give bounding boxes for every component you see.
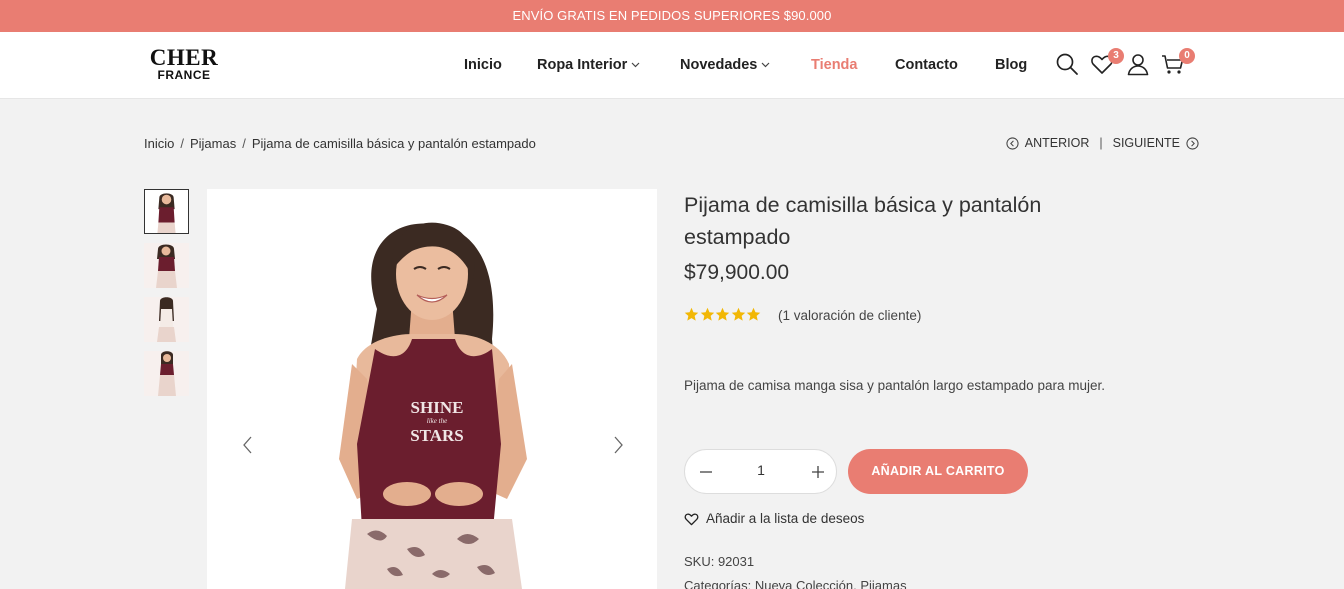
product-sku: SKU: 92031: [684, 554, 755, 569]
star-icon: [700, 307, 714, 321]
product-thumbnail-image: [157, 193, 176, 233]
promo-bar: ENVÍO GRATIS EN PEDIDOS SUPERIORES $90.0…: [0, 0, 1344, 32]
product-thumbnail-1[interactable]: [144, 189, 189, 234]
star-icon: [731, 307, 745, 321]
nav-novedades[interactable]: Novedades: [680, 32, 770, 98]
product-thumbnail-image: [157, 297, 176, 342]
nav-ropa-interior[interactable]: Ropa Interior: [537, 32, 640, 98]
logo-main: CHER: [149, 45, 219, 70]
categories-label: Categorías:: [684, 578, 752, 589]
breadcrumb-home[interactable]: Inicio: [144, 136, 174, 151]
search-button[interactable]: [1055, 52, 1081, 78]
account-button[interactable]: [1126, 52, 1152, 78]
review-count-link[interactable]: (1 valoración de cliente): [778, 308, 921, 323]
cart-button[interactable]: 0: [1161, 48, 1195, 78]
nav-tienda[interactable]: Tienda: [811, 32, 857, 98]
plus-button[interactable]: [809, 463, 827, 481]
product-title: Pijama de camisilla básica y pantalón es…: [684, 193, 1042, 249]
minus-button[interactable]: [697, 463, 715, 481]
shirt-print-line-1: SHINE: [411, 398, 464, 417]
add-to-wishlist-link[interactable]: Añadir a la lista de deseos: [684, 511, 864, 526]
product-thumbnail-image: [156, 244, 177, 288]
star-icon: [684, 307, 699, 321]
shirt-print-line-2: like the: [427, 417, 447, 425]
product-thumbnail-3[interactable]: [144, 297, 189, 342]
next-label: SIGUIENTE: [1112, 136, 1180, 150]
breadcrumb: Inicio / Pijamas / Pijama de camisilla básic…: [144, 136, 536, 151]
logo[interactable]: CHER FRANCE: [148, 46, 220, 81]
nav-contacto-label: Contacto: [895, 57, 958, 73]
nav-blog-label: Blog: [995, 57, 1028, 73]
nav-tienda-label: Tienda: [811, 57, 858, 73]
star-icon: [746, 307, 761, 321]
breadcrumb-current: Pijama de camisilla básica y pantalón es…: [251, 136, 536, 151]
nav-blog[interactable]: Blog: [995, 32, 1027, 98]
logo-sub: FRANCE: [157, 68, 211, 82]
shirt-print-line-3: STARS: [410, 426, 464, 445]
product-categories: Categorías: Nueva Colección, Pijamas: [684, 578, 907, 589]
product-photo: SHINE like the STARS: [339, 222, 527, 589]
heart-icon: [684, 513, 699, 525]
product-price: $79,900.00: [684, 261, 790, 284]
search-icon: [1056, 53, 1078, 75]
quantity-input[interactable]: 1: [729, 462, 793, 478]
carousel-next-arrow[interactable]: [608, 435, 628, 455]
nav-inicio[interactable]: Inicio: [464, 32, 502, 98]
breadcrumb-separator: /: [180, 136, 184, 151]
chevron-down-icon: [761, 62, 770, 68]
product-main-image[interactable]: SHINE like the STARS: [207, 189, 657, 589]
product-short-description: Pijama de camisa manga sisa y pantalón l…: [684, 378, 1105, 393]
prev-label: ANTERIOR: [1024, 136, 1090, 150]
prev-product-link[interactable]: ANTERIOR: [1006, 136, 1090, 150]
star-rating: [684, 307, 762, 322]
chevron-right-circle-icon: [1186, 136, 1199, 150]
cart-count-badge: 0: [1179, 48, 1195, 64]
product-thumbnail-2[interactable]: [144, 243, 189, 288]
category-link[interactable]: Pijamas: [860, 578, 906, 589]
wishlist-count-badge: 3: [1108, 48, 1124, 64]
product-thumbnail-4[interactable]: [144, 351, 189, 396]
quantity-stepper: 1: [684, 449, 837, 494]
chevron-left-circle-icon: [1006, 136, 1019, 150]
nav-ropa-interior-label: Ropa Interior: [537, 57, 628, 73]
wishlist-button[interactable]: 3: [1090, 48, 1124, 78]
promo-text: ENVÍO GRATIS EN PEDIDOS SUPERIORES $90.0…: [512, 8, 832, 23]
product-pager: ANTERIOR | SIGUIENTE: [1006, 136, 1199, 150]
user-icon: [1127, 54, 1149, 76]
add-to-cart-button[interactable]: AÑADIR AL CARRITO: [848, 449, 1028, 494]
breadcrumb-category[interactable]: Pijamas: [190, 136, 236, 151]
nav-contacto[interactable]: Contacto: [895, 32, 958, 98]
nav-novedades-label: Novedades: [680, 57, 758, 73]
nav-inicio-label: Inicio: [464, 57, 502, 73]
category-link[interactable]: Nueva Colección: [755, 578, 853, 589]
site-header: CHER FRANCE Inicio Ropa Interior Novedad…: [0, 32, 1344, 99]
star-icon: [715, 307, 730, 321]
pager-separator: |: [1099, 136, 1103, 150]
breadcrumb-separator: /: [242, 136, 246, 151]
carousel-prev-arrow[interactable]: [238, 435, 258, 455]
next-product-link[interactable]: SIGUIENTE: [1113, 136, 1199, 150]
wishlist-label: Añadir a la lista de deseos: [706, 511, 865, 526]
product-thumbnail-image: [158, 351, 176, 396]
chevron-down-icon: [631, 62, 640, 68]
